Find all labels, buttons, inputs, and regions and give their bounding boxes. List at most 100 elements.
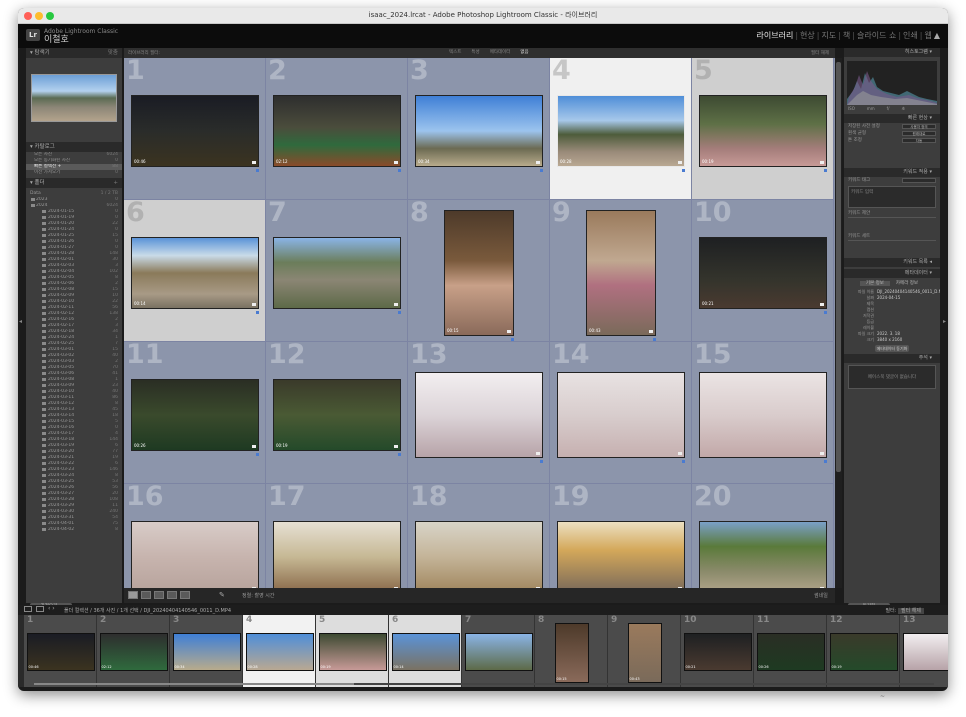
grid-thumbnail[interactable] (415, 372, 543, 458)
keyword-list-header[interactable]: 키워드 목록 ◂ (844, 258, 940, 267)
filmstrip-thumbnail[interactable] (902, 633, 948, 671)
navigator-preview[interactable] (31, 74, 117, 122)
catalog-item[interactable]: 이전 가져오기 0 (26, 170, 122, 176)
painter-icon[interactable]: ✎ (219, 591, 225, 599)
grid-cell[interactable]: 18 (408, 481, 550, 588)
filmstrip-scroll-thumb[interactable] (34, 683, 354, 685)
module-tab[interactable]: 현상 (800, 31, 815, 40)
filmstrip-thumbnail[interactable]: 02:12 (99, 633, 168, 671)
metadata-value[interactable]: 3840 x 2160 (877, 337, 902, 342)
metadata-value[interactable]: 2024-04-15 (877, 295, 900, 300)
filmstrip-filter-value[interactable]: 필터 해제 (898, 608, 924, 614)
grid-cell[interactable]: 5 00:19 (692, 58, 834, 200)
module-tab[interactable]: 슬라이드 쇼 (857, 31, 896, 40)
filmstrip-thumbnail[interactable]: 00:15 (554, 623, 589, 683)
grid-shortcut-icon[interactable] (36, 606, 44, 612)
folders-header[interactable]: ▾ 폴더 + (26, 178, 122, 188)
filter-off-label[interactable]: 필터 해제 (811, 50, 829, 56)
add-folder-icon[interactable]: + (113, 178, 118, 188)
quick-develop-header[interactable]: 빠른 현상 ▾ (844, 114, 940, 123)
filmstrip-cell[interactable]: 3 00:34 (170, 615, 243, 687)
quick-develop-row[interactable]: 흰색 균형 원래대로 (844, 130, 940, 137)
filmstrip-filter[interactable]: 필터: 필터 해제 (886, 607, 924, 614)
grid-thumbnail[interactable]: 00:43 (586, 210, 656, 336)
keyword-tags-row[interactable]: 키워드 태그 (844, 177, 940, 184)
filter-tab[interactable]: 없음 (515, 50, 533, 55)
metadata-value[interactable]: DJI_20240404140546_0011_D.MP4 (877, 289, 940, 294)
keyword-tags-select[interactable] (902, 178, 936, 183)
grid-cell[interactable]: 15 (692, 339, 834, 484)
drive-row[interactable]: Data 1 / 2 TB (26, 190, 122, 197)
people-view-button[interactable] (180, 591, 190, 599)
grid-cell[interactable]: 14 (550, 339, 692, 484)
quick-develop-row[interactable]: 톤 조정 자동 (844, 137, 940, 144)
filmstrip-scrollbar[interactable] (34, 683, 934, 685)
filmstrip-thumbnail[interactable] (464, 633, 533, 671)
quick-develop-select[interactable]: 사용자 정의 (902, 124, 936, 129)
grid-cell[interactable]: 19 (550, 481, 692, 588)
grid-cell[interactable]: 2 02:12 (266, 58, 408, 200)
grid-cell[interactable]: 12 00:19 (266, 339, 408, 484)
grid-cell[interactable]: 4 00:28 (550, 58, 692, 200)
filmstrip-thumbnail[interactable]: 00:19 (829, 633, 898, 671)
grid-thumbnail[interactable] (557, 521, 685, 588)
module-tab[interactable]: 책 (843, 31, 850, 40)
filter-tab[interactable]: 특성 (466, 50, 484, 55)
metadata-tab[interactable]: 카메라 정보 (890, 281, 924, 286)
quick-develop-select[interactable]: 자동 (902, 138, 936, 143)
module-tab[interactable]: 웹 (924, 31, 931, 40)
grid-thumbnail[interactable]: 00:26 (131, 379, 259, 451)
grid-thumbnail[interactable] (699, 521, 827, 588)
grid-thumbnail[interactable]: 00:21 (699, 237, 827, 309)
grid-scrollbar[interactable] (835, 58, 842, 588)
left-panel-toggle-icon[interactable]: ◂ (19, 318, 23, 328)
survey-view-button[interactable] (167, 591, 177, 599)
grid-cell[interactable]: 20 (692, 481, 834, 588)
filmstrip-thumbnail[interactable]: 00:21 (683, 633, 752, 671)
right-panel-toggle-icon[interactable]: ▸ (943, 318, 947, 328)
compare-view-button[interactable] (154, 591, 164, 599)
module-tab[interactable]: 라이브러리 (757, 31, 794, 40)
filmstrip-cell[interactable]: 13 (900, 615, 948, 687)
filmstrip-cell[interactable]: 12 00:19 (827, 615, 900, 687)
grid-thumbnail[interactable]: 00:19 (273, 379, 401, 451)
filmstrip-thumbnail[interactable]: 00:26 (756, 633, 825, 671)
grid-cell[interactable]: 6 00:14 (124, 197, 266, 342)
grid-thumbnail[interactable] (131, 521, 259, 588)
filter-tab[interactable]: 메타데이터 (485, 50, 516, 55)
grid-thumbnail[interactable]: 00:28 (557, 95, 685, 167)
loupe-view-button[interactable] (141, 591, 151, 599)
keyword-header[interactable]: 키워드 적용 ▾ (844, 168, 940, 177)
filmstrip-cell[interactable]: 1 00:46 (24, 615, 97, 687)
filmstrip-thumbnail[interactable]: 00:46 (26, 633, 95, 671)
grid-thumbnail[interactable] (557, 372, 685, 458)
metadata-header[interactable]: 메타데이터 ▾ (844, 269, 940, 278)
sort-label[interactable]: 정렬: 촬영 시간 (242, 592, 274, 599)
quick-develop-select[interactable]: 원래대로 (902, 131, 936, 136)
second-window-icon[interactable] (24, 606, 32, 612)
filmstrip-cell[interactable]: 9 00:43 (608, 615, 681, 687)
folder-item[interactable]: 2024-04-02 8 (26, 527, 122, 533)
grid-thumbnail[interactable] (273, 237, 401, 309)
grid-cell[interactable]: 8 00:15 (408, 197, 550, 342)
filmstrip-cell[interactable]: 10 00:21 (681, 615, 754, 687)
filmstrip-cell[interactable]: 2 02:12 (97, 615, 170, 687)
filmstrip-thumbnail[interactable]: 00:34 (172, 633, 241, 671)
histogram-header[interactable]: 히스토그램 ▾ (844, 48, 940, 57)
grid-thumbnail[interactable]: 02:12 (273, 95, 401, 167)
catalog-header[interactable]: ▾ 카탈로그 (26, 142, 122, 152)
grid-thumbnail[interactable] (273, 521, 401, 588)
grid-view-button[interactable] (128, 591, 138, 599)
keyword-input[interactable]: 키워드 입력 (848, 186, 936, 208)
filmstrip-cell[interactable]: 5 00:19 (316, 615, 389, 687)
filmstrip-cell[interactable]: 11 00:26 (754, 615, 827, 687)
grid-cell[interactable]: 7 (266, 197, 408, 342)
grid-cell[interactable]: 10 00:21 (692, 197, 834, 342)
grid-thumbnail[interactable]: 00:15 (444, 210, 514, 336)
keyword-set-label[interactable]: 키워드 세트 (844, 233, 940, 240)
metadata-value[interactable]: 2022. 3. 18 (877, 331, 900, 336)
filmstrip-cell[interactable]: 4 00:28 (243, 615, 316, 687)
grid-thumbnail[interactable]: 00:46 (131, 95, 259, 167)
grid-cell[interactable]: 11 00:26 (124, 339, 266, 484)
back-arrow-icon[interactable]: ‹ › (48, 605, 55, 612)
